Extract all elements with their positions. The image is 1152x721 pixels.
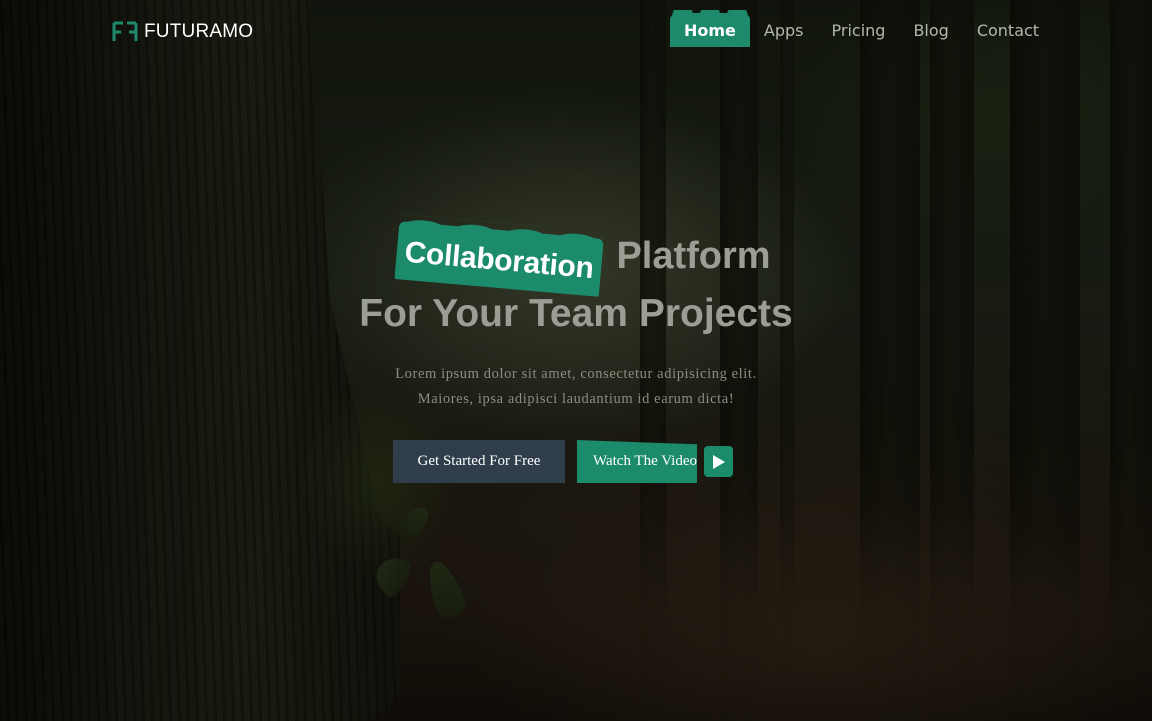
hero-subtitle: Lorem ipsum dolor sit amet, consectetur … <box>0 362 1152 412</box>
video-button-label: Watch The Video <box>593 453 697 469</box>
hero-subtitle-line2: Maiores, ipsa adipisci laudantium id ear… <box>417 391 735 407</box>
hero-highlight-word: Collaboration <box>394 221 605 297</box>
hero-title-line2: For Your Team Projects <box>359 292 793 335</box>
hero-subtitle-line1: Lorem ipsum dolor sit amet, consectetur … <box>395 366 757 382</box>
play-icon[interactable] <box>704 446 733 477</box>
play-triangle-icon <box>712 454 725 469</box>
hero-title-rest: Platform <box>616 234 771 277</box>
watch-video-button[interactable]: Watch The Video <box>577 440 737 483</box>
get-started-button[interactable]: Get Started For Free <box>393 440 565 483</box>
hero-title-line1: Collaboration Platform <box>394 210 771 297</box>
hero-section: Collaboration Platform For Your Team Pro… <box>0 0 1152 721</box>
